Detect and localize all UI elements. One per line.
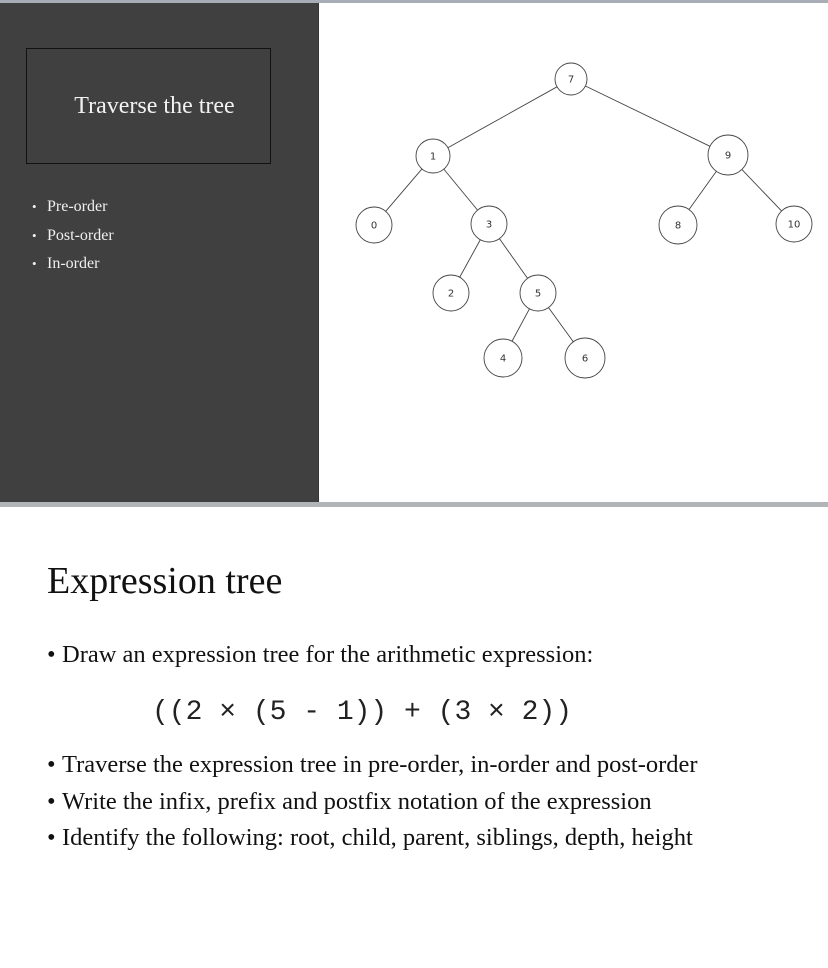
tree-edge [688,171,717,210]
binary-tree-svg: 7 1 9 0 3 8 10 2 5 4 6 [355,62,813,379]
tree-node-label: 4 [500,354,506,365]
tree-edge [447,86,558,149]
list-item: • Pre-order [32,196,114,225]
bullet-icon: • [47,787,56,815]
tree-node-label: 6 [582,354,588,365]
slide-title: Traverse the tree [74,92,235,119]
list-item: • Identify the following: root, child, pa… [47,824,693,851]
bullet-icon: • [47,751,56,778]
traversal-list: • Pre-order • Post-order • In-order [32,196,114,282]
slide-title: Expression tree [47,560,283,602]
tree-node-label: 1 [430,152,436,163]
tree-node-label: 8 [675,221,681,232]
list-item: • Draw an expression tree for the arithme… [47,641,594,668]
bullet-icon: • [32,199,37,214]
slide-traverse-tree[interactable]: Traverse the tree • Pre-order • Post-order… [0,3,828,502]
list-item: • Write the infix, prefix and postfix not… [47,787,652,815]
tree-node-label: 9 [725,151,731,162]
list-item: • Traverse the expression tree in pre-ord… [47,751,698,778]
tree-node-label: 10 [788,220,801,231]
tree-edge [443,168,478,211]
bullet-icon: • [32,227,37,243]
tree-node-label: 7 [568,75,574,86]
left-panel: Traverse the tree • Pre-order • Post-order… [0,3,319,502]
list-item: • Post-order [32,225,114,254]
tree-edge [459,239,481,278]
bullet-icon: • [47,824,56,851]
slide-expression-tree[interactable]: Expression tree • Draw an expression tree… [0,507,828,968]
tree-node-label: 2 [448,289,454,300]
tree-edge [385,168,423,212]
tree-edge [585,85,711,147]
tree-edge [548,307,574,343]
tree-edge [511,308,530,342]
task-list: • Traverse the expression tree in pre-ord… [47,751,698,861]
tree-edge [741,169,782,212]
list-item: • In-order [32,253,114,282]
bullet-icon: • [32,256,37,271]
bullet-icon: • [47,641,56,668]
tree-edge [499,238,528,279]
tree-diagram: 7 1 9 0 3 8 10 2 5 4 6 [319,3,828,502]
tree-node-label: 5 [535,289,541,300]
arithmetic-expression: ((2 × (5 - 1)) + (3 × 2)) [152,697,573,728]
tree-node-label: 0 [371,221,377,232]
title-box: Traverse the tree [26,48,271,164]
tree-node-label: 3 [486,220,492,231]
